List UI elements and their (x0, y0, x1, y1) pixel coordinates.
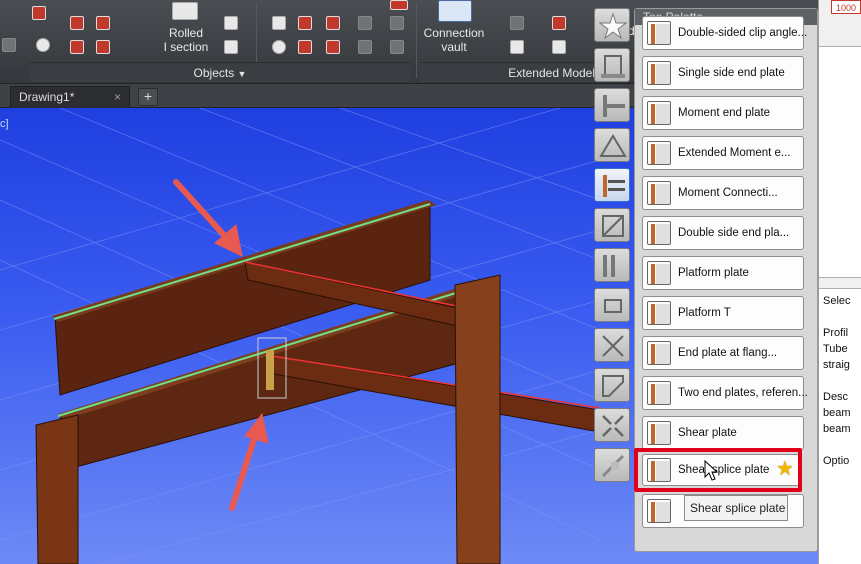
plate-icon[interactable] (70, 16, 84, 30)
bolt-icon[interactable] (96, 16, 110, 30)
palette-item-platform-t[interactable]: Platform T (642, 296, 804, 330)
end-plate-icon (647, 221, 671, 245)
gear-icon[interactable] (36, 38, 50, 52)
rolled-section-icon[interactable] (172, 2, 198, 20)
palette-item-extended-moment-end-plate[interactable]: Extended Moment e... (642, 136, 804, 170)
props-line: Desc (823, 391, 849, 403)
props-line: straig (823, 359, 850, 371)
tab-drawing1[interactable]: Drawing1* × (10, 86, 130, 108)
mouse-cursor-icon (704, 460, 718, 481)
favorites-tab[interactable] (594, 8, 630, 42)
update-joint-icon[interactable] (552, 16, 566, 30)
misc-tab[interactable] (594, 448, 630, 482)
haunch-tab[interactable] (594, 368, 630, 402)
plate-icon (647, 499, 671, 523)
square-icon[interactable] (272, 16, 286, 30)
palette-item-double-sided-clip-angle[interactable]: Double-sided clip angle... (642, 16, 807, 50)
copy-joint-icon[interactable] (510, 40, 524, 54)
haunch-icon (602, 375, 624, 397)
tube-tab[interactable] (594, 408, 630, 442)
section-icon[interactable] (32, 6, 46, 20)
bracing-icon (599, 134, 627, 157)
brace-icon[interactable] (326, 16, 340, 30)
properties-panel: 1000 Selec Profil Tube straig Desc beam … (818, 0, 861, 564)
gusset-icon (604, 299, 622, 313)
array-icon[interactable] (390, 40, 404, 54)
column-beam-icon (603, 95, 625, 117)
palette-item-moment-connection[interactable]: Moment Connecti... (642, 176, 804, 210)
extended-modeling-panel-title[interactable]: Extended Modeli (420, 62, 600, 82)
props-line: Profil (823, 327, 849, 339)
palette-item-two-end-plates[interactable]: Two end plates, referen... (642, 376, 808, 410)
joint-icon[interactable] (510, 16, 524, 30)
tube-connection-icon (602, 415, 624, 437)
extended-plate-icon (647, 141, 671, 165)
properties-description: Selec Profil Tube straig Desc beam beam … (819, 288, 861, 564)
palette-item-platform-plate[interactable]: Platform plate (642, 256, 804, 290)
ibeam-icon[interactable] (224, 16, 238, 30)
splice-tab[interactable] (594, 248, 630, 282)
palette-item-shear-plate[interactable]: Shear plate (642, 416, 804, 450)
column-beam-tab[interactable] (594, 88, 630, 122)
bracing-tab[interactable] (594, 128, 630, 162)
end-plate-icon (603, 175, 625, 197)
props-line: beam (823, 407, 851, 419)
clip-angle-icon (647, 21, 671, 45)
viewport-label: c] (0, 118, 9, 130)
truss-tab[interactable] (594, 328, 630, 362)
platform-t-icon (647, 301, 671, 325)
count-icon[interactable] (390, 0, 408, 10)
objects-panel-title[interactable]: Objects ▼ (30, 62, 410, 82)
flange-plate-icon (647, 341, 671, 365)
gusset-tab[interactable] (594, 288, 630, 322)
favorite-star-icon[interactable]: ★ (776, 459, 794, 479)
star-icon (599, 12, 627, 40)
tooltip: Shear splice plate (684, 495, 788, 521)
connection-vault-button[interactable]: Connection vault (418, 26, 490, 54)
clip-angle-icon (602, 215, 624, 237)
connection-vault-icon[interactable] (438, 0, 472, 22)
rolled-section-button[interactable]: Rolled I section (158, 26, 214, 54)
palette-tab-strip (594, 8, 634, 488)
hatch-icon[interactable] (358, 16, 372, 30)
stair-icon[interactable] (326, 40, 340, 54)
two-plates-icon (647, 381, 671, 405)
weld-icon[interactable] (70, 40, 84, 54)
end-plate-icon (647, 61, 671, 85)
grid-icon[interactable] (2, 38, 16, 52)
palette-item-end-plate-at-flange[interactable]: End plate at flang... (642, 336, 804, 370)
circle-icon[interactable] (272, 40, 286, 54)
palette-item-moment-end-plate[interactable]: Moment end plate (642, 96, 804, 130)
misc-joint-icon (601, 454, 625, 478)
close-icon[interactable]: × (114, 87, 121, 107)
base-plate-tab[interactable] (594, 48, 630, 82)
props-line: beam (823, 423, 851, 435)
base-plate-icon (601, 55, 625, 78)
pattern-icon[interactable] (358, 40, 372, 54)
props-line: Optio (823, 455, 850, 467)
properties-preview (819, 46, 861, 278)
beam-tool-icon[interactable] (298, 16, 312, 30)
anchor-icon[interactable] (96, 40, 110, 54)
splice-icon (603, 255, 615, 277)
clip-angle-tab[interactable] (594, 208, 630, 242)
tab-label: Drawing1* (19, 90, 75, 104)
column-tool-icon[interactable] (298, 40, 312, 54)
new-tab-button[interactable]: + (138, 88, 158, 106)
ruler-badge: 1000 (831, 0, 861, 14)
palette-item-single-side-end-plate[interactable]: Single side end plate (642, 56, 804, 90)
mesh-icon[interactable] (390, 16, 404, 30)
props-line: Tube (823, 343, 848, 355)
shear-plate-icon (647, 421, 671, 445)
props-line: Selec (823, 295, 851, 307)
platform-plate-icon (647, 261, 671, 285)
truss-icon (602, 335, 624, 357)
palette-item-double-side-end-plate[interactable]: Double side end pla... (642, 216, 804, 250)
shield-icon[interactable] (552, 40, 566, 54)
angle-icon[interactable] (224, 40, 238, 54)
beam-end-plate-tab[interactable] (594, 168, 630, 202)
moment-connection-icon (647, 181, 671, 205)
end-plate-icon (647, 101, 671, 125)
